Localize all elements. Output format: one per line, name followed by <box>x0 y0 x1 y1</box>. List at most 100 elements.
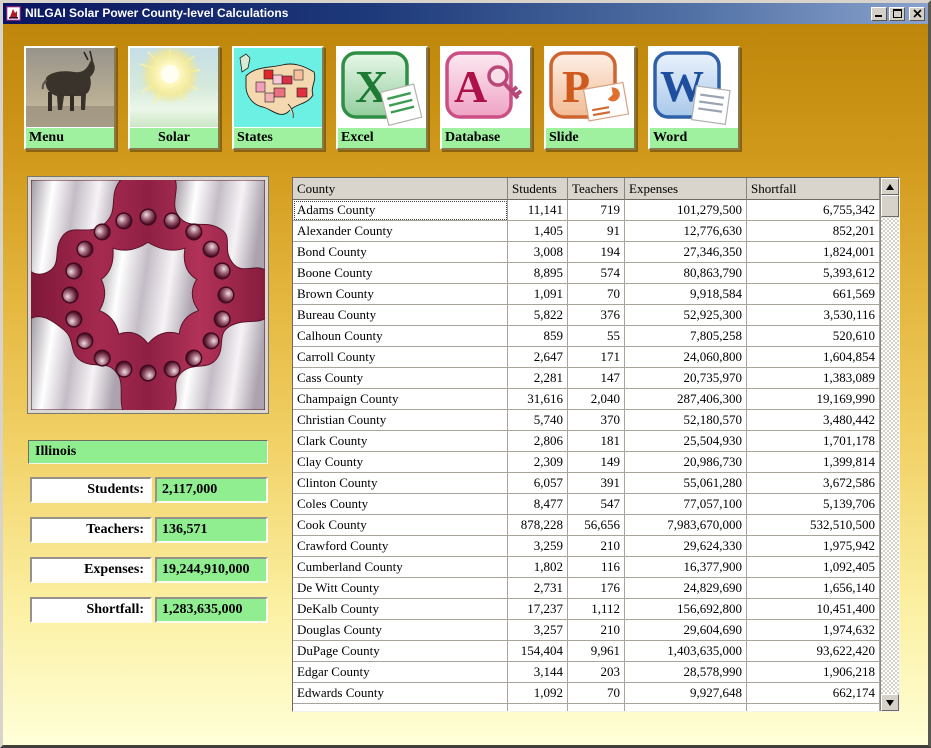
cell-teachers: 181 <box>568 431 625 452</box>
word-button[interactable]: W Word <box>648 46 740 150</box>
cell-expenses: 27,346,350 <box>625 242 747 263</box>
minimize-button[interactable] <box>871 7 887 21</box>
cell-shortfall: 532,510,500 <box>747 515 880 536</box>
table-row[interactable]: DeKalb County17,2371,112156,692,80010,45… <box>293 599 880 620</box>
table-row[interactable]: Champaign County31,6162,040287,406,30019… <box>293 389 880 410</box>
table-row[interactable]: De Witt County2,73117624,829,6901,656,14… <box>293 578 880 599</box>
table-row[interactable]: Brown County1,091709,918,584661,569 <box>293 284 880 305</box>
shortfall-value-field[interactable]: 1,283,635,000 <box>155 597 268 623</box>
teachers-value-field[interactable]: 136,571 <box>155 517 268 543</box>
cell-expenses: 9,918,584 <box>625 284 747 305</box>
table-row[interactable]: Christian County5,74037052,180,5703,480,… <box>293 410 880 431</box>
states-button-label: States <box>234 127 322 148</box>
maximize-button[interactable] <box>889 7 905 21</box>
shortfall-label: Shortfall: <box>30 597 152 623</box>
cell-expenses: 1,403,635,000 <box>625 641 747 662</box>
window-title: NILGAI Solar Power County-level Calculat… <box>25 3 869 24</box>
table-row[interactable]: DuPage County154,4049,9611,403,635,00093… <box>293 641 880 662</box>
table-row[interactable]: Crawford County3,25921029,624,3301,975,9… <box>293 536 880 557</box>
cell-county: Cumberland County <box>293 557 508 578</box>
cell-county: Cook County <box>293 515 508 536</box>
menu-button[interactable]: Menu <box>24 46 116 150</box>
close-button[interactable] <box>909 7 925 21</box>
students-value-field[interactable]: 2,117,000 <box>155 477 268 503</box>
cell-students: 1,091 <box>508 284 568 305</box>
cell-expenses: 24,060,800 <box>625 347 747 368</box>
table-row[interactable]: Edgar County3,14420328,578,9901,906,218 <box>293 662 880 683</box>
column-header-shortfall[interactable]: Shortfall <box>747 178 880 200</box>
main-content: Menu Solar <box>3 24 928 745</box>
cell-county: Coles County <box>293 494 508 515</box>
state-name-field[interactable]: Illinois <box>28 440 268 464</box>
column-header-teachers[interactable]: Teachers <box>568 178 625 200</box>
us-map-icon <box>234 48 322 127</box>
table-row[interactable]: Douglas County3,25721029,604,6901,974,63… <box>293 620 880 641</box>
cell-shortfall: 3,480,442 <box>747 410 880 431</box>
cell-expenses: 287,406,300 <box>625 389 747 410</box>
students-label: Students: <box>30 477 152 503</box>
fractal-image-frame <box>28 177 268 413</box>
scrollbar-up-button[interactable] <box>881 178 899 195</box>
cell-shortfall: 3,530,116 <box>747 305 880 326</box>
cell-shortfall: 10,451,400 <box>747 599 880 620</box>
table-row[interactable]: Cook County878,22856,6567,983,670,000532… <box>293 515 880 536</box>
cell-teachers: 9,961 <box>568 641 625 662</box>
table-row[interactable]: Edwards County1,092709,927,648662,174 <box>293 683 880 704</box>
table-row[interactable]: Carroll County2,64717124,060,8001,604,85… <box>293 347 880 368</box>
table-row[interactable]: Alexander County1,4059112,776,630852,201 <box>293 221 880 242</box>
column-header-county[interactable]: County <box>293 178 508 200</box>
cell-expenses: 29,624,330 <box>625 536 747 557</box>
cell-students: 3,259 <box>508 536 568 557</box>
cell-shortfall: 1,399,814 <box>747 452 880 473</box>
cell-shortfall: 5,139,706 <box>747 494 880 515</box>
table-row[interactable]: Calhoun County859557,805,258520,610 <box>293 326 880 347</box>
column-header-expenses[interactable]: Expenses <box>625 178 747 200</box>
table-row[interactable]: Coles County8,47754777,057,1005,139,706 <box>293 494 880 515</box>
database-button[interactable]: A Database <box>440 46 532 150</box>
cell-county: DuPage County <box>293 641 508 662</box>
states-button[interactable]: States <box>232 46 324 150</box>
cell-shortfall: 3,672,586 <box>747 473 880 494</box>
slide-button[interactable]: P Slide <box>544 46 636 150</box>
cell-empty <box>508 704 568 711</box>
cell-students: 2,281 <box>508 368 568 389</box>
cell-county: Calhoun County <box>293 326 508 347</box>
table-row[interactable]: Clark County2,80618125,504,9301,701,178 <box>293 431 880 452</box>
cell-expenses: 20,735,970 <box>625 368 747 389</box>
table-row[interactable]: Boone County8,89557480,863,7905,393,612 <box>293 263 880 284</box>
cell-expenses: 77,057,100 <box>625 494 747 515</box>
cell-students: 1,802 <box>508 557 568 578</box>
scrollbar-down-button[interactable] <box>881 694 899 711</box>
excel-button[interactable]: X Excel <box>336 46 428 150</box>
table-row[interactable]: Adams County11,141719101,279,5006,755,34… <box>293 200 880 221</box>
table-row[interactable]: Cumberland County1,80211616,377,9001,092… <box>293 557 880 578</box>
scrollbar-thumb[interactable] <box>881 195 899 217</box>
menu-button-label: Menu <box>26 127 114 148</box>
column-header-students[interactable]: Students <box>508 178 568 200</box>
cell-expenses: 80,863,790 <box>625 263 747 284</box>
title-bar[interactable]: NILGAI Solar Power County-level Calculat… <box>3 3 928 24</box>
table-row[interactable]: Cass County2,28114720,735,9701,383,089 <box>293 368 880 389</box>
word-icon: W <box>650 48 738 127</box>
cell-county: Cass County <box>293 368 508 389</box>
table-row[interactable]: Clay County2,30914920,986,7301,399,814 <box>293 452 880 473</box>
table-row[interactable]: Bureau County5,82237652,925,3003,530,116 <box>293 305 880 326</box>
cell-county: Clark County <box>293 431 508 452</box>
cell-county: Edgar County <box>293 662 508 683</box>
cell-county: DeKalb County <box>293 599 508 620</box>
cell-shortfall: 93,622,420 <box>747 641 880 662</box>
cell-expenses: 55,061,280 <box>625 473 747 494</box>
cell-students: 8,895 <box>508 263 568 284</box>
cell-students: 5,822 <box>508 305 568 326</box>
table-row[interactable]: Bond County3,00819427,346,3501,824,001 <box>293 242 880 263</box>
expenses-value-field[interactable]: 19,244,910,000 <box>155 557 268 583</box>
arrow-up-icon <box>886 184 894 190</box>
cell-expenses: 7,983,670,000 <box>625 515 747 536</box>
table-row[interactable]: Clinton County6,05739155,061,2803,672,58… <box>293 473 880 494</box>
access-icon: A <box>442 48 530 127</box>
app-window: NILGAI Solar Power County-level Calculat… <box>0 0 931 748</box>
cell-county: Douglas County <box>293 620 508 641</box>
solar-button[interactable]: Solar <box>128 46 220 150</box>
scrollbar-track[interactable] <box>880 178 899 711</box>
excel-button-label: Excel <box>338 127 426 148</box>
